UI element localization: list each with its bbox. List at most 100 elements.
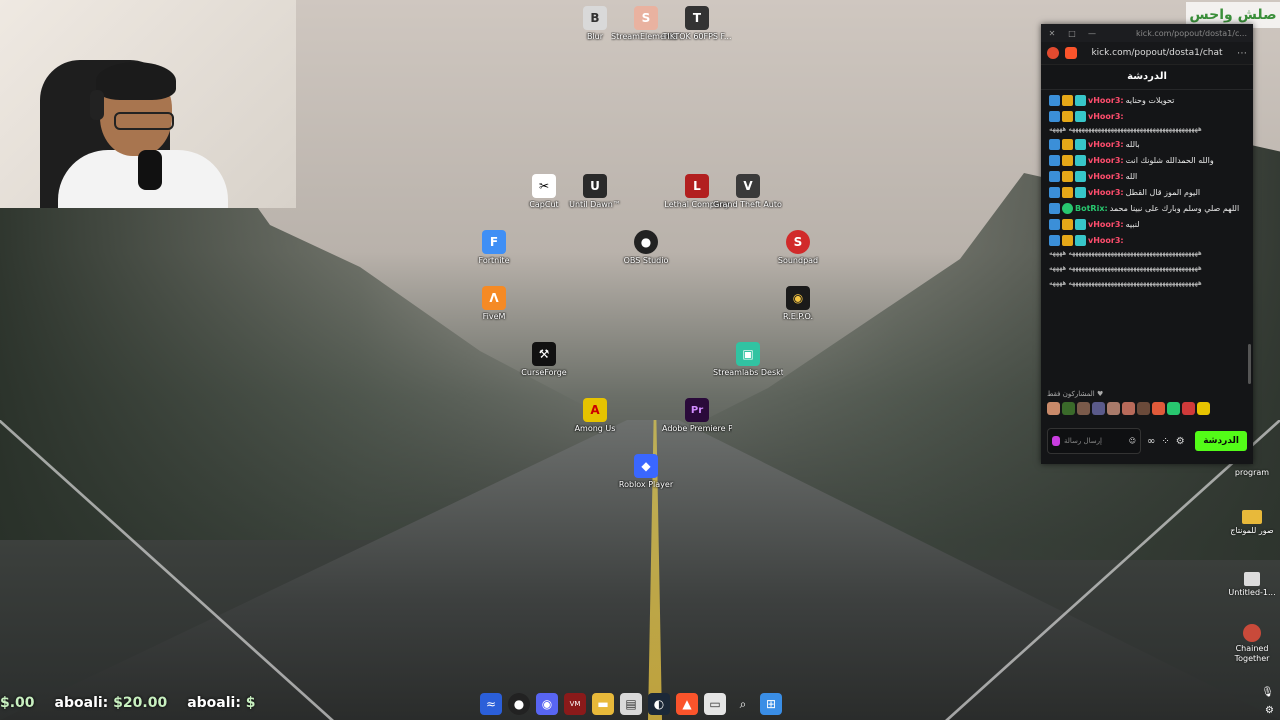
desktop-icon-repo[interactable]: ◉ R.E.P.O. bbox=[763, 286, 833, 322]
voicemeeter-icon[interactable]: VM bbox=[564, 693, 586, 715]
avatar[interactable] bbox=[1152, 402, 1165, 415]
address-bar[interactable]: kick.com/popout/dosta1/chat ⋯ bbox=[1041, 42, 1253, 65]
close-icon[interactable]: ✕ bbox=[1047, 29, 1057, 38]
capcut-icon: ✂ bbox=[532, 174, 556, 198]
lethal-company-icon: L bbox=[685, 174, 709, 198]
tiktok-icon: T bbox=[685, 6, 709, 30]
ticker-item: $.00 bbox=[0, 695, 35, 711]
desktop-icon-gta[interactable]: V Grand Theft Auto V En... bbox=[713, 174, 783, 210]
webcam-overlay bbox=[0, 0, 296, 208]
dots-icon[interactable]: ⁘ bbox=[1161, 436, 1169, 447]
steam-icon[interactable]: ◐ bbox=[648, 693, 670, 715]
avatar[interactable] bbox=[1122, 402, 1135, 415]
app-icon[interactable]: ≈ bbox=[480, 693, 502, 715]
chat-username[interactable]: vHoor3: bbox=[1088, 96, 1124, 106]
discord-icon[interactable]: ◉ bbox=[536, 693, 558, 715]
chained-together-icon bbox=[1243, 624, 1261, 642]
chat-message: vHoor3: هههههههههههههههههههههههههههههههه… bbox=[1049, 235, 1245, 258]
avatar[interactable] bbox=[1047, 402, 1060, 415]
avatar[interactable] bbox=[1197, 402, 1210, 415]
avatar[interactable] bbox=[1167, 402, 1180, 415]
address-url[interactable]: kick.com/popout/dosta1/chat bbox=[1083, 48, 1231, 58]
chat-input-placeholder: إرسال رسالة bbox=[1064, 437, 1102, 445]
chat-username[interactable]: vHoor3: bbox=[1088, 220, 1124, 230]
chat-text: بالله bbox=[1125, 139, 1140, 149]
ticker-amount: $.00 bbox=[0, 695, 35, 711]
roblox-icon: ◆ bbox=[634, 454, 658, 478]
desktop-icon-untitled[interactable]: Untitled-1... bbox=[1228, 572, 1276, 598]
gear-icon[interactable]: ⚙ bbox=[1176, 436, 1185, 447]
streamlabs-icon: ▣ bbox=[736, 342, 760, 366]
microphone-tray-icon[interactable]: 🎙 bbox=[1261, 687, 1274, 698]
chat-titlebar: ✕ □ — kick.com/popout/dosta1/c... bbox=[1041, 24, 1253, 42]
desktop-icon-streamlabs[interactable]: ▣ Streamlabs Desktop bbox=[713, 342, 783, 378]
start-icon[interactable]: ⊞ bbox=[760, 693, 782, 715]
chat-message: vHoor3: لنبيه bbox=[1049, 219, 1245, 230]
chat-username[interactable]: BotRix: bbox=[1075, 204, 1108, 214]
site-settings-icon[interactable]: ⋯ bbox=[1237, 48, 1247, 59]
chat-text: اللهم صلي وسلم وبارك على نبينا محمد bbox=[1109, 203, 1240, 213]
desktop-icon-chained-together[interactable]: Chained Together bbox=[1228, 624, 1276, 664]
kick-chat-popout[interactable]: ✕ □ — kick.com/popout/dosta1/c... kick.c… bbox=[1041, 24, 1253, 464]
avatar[interactable] bbox=[1092, 402, 1105, 415]
obs-taskbar-icon[interactable]: ● bbox=[508, 693, 530, 715]
premiere-icon: Pr bbox=[685, 398, 709, 422]
window-icon[interactable]: ▭ bbox=[704, 693, 726, 715]
desktop-icon-montage-folder[interactable]: صور للمونتاج bbox=[1228, 510, 1276, 536]
minimize-icon[interactable]: — bbox=[1087, 29, 1097, 38]
store-icon[interactable]: ▤ bbox=[620, 693, 642, 715]
send-chat-button[interactable]: الدردشة bbox=[1195, 431, 1247, 451]
desktop-icon-fivem[interactable]: Λ FiveM bbox=[459, 286, 529, 322]
obs-icon: ● bbox=[634, 230, 658, 254]
glasses bbox=[114, 112, 174, 130]
subs-title: المشاركون فقط ♥ bbox=[1047, 390, 1104, 398]
folder-icon bbox=[1242, 510, 1262, 524]
avatar[interactable] bbox=[1137, 402, 1150, 415]
badge-icon bbox=[1049, 111, 1060, 122]
chat-text: هههههههههههههههههههههههههههههههههههههههه… bbox=[1049, 279, 1203, 287]
chat-input[interactable]: إرسال رسالة ☺ bbox=[1047, 428, 1141, 454]
chat-username[interactable]: vHoor3: bbox=[1088, 236, 1124, 246]
desktop-icon-roblox[interactable]: ◆ Roblox Player bbox=[611, 454, 681, 490]
desktop-icon-until-dawn[interactable]: U Until Dawn™ bbox=[560, 174, 630, 210]
settings-tray-icon[interactable]: ⚙ bbox=[1265, 705, 1274, 716]
chat-username[interactable]: vHoor3: bbox=[1088, 140, 1124, 150]
chat-message: vHoor3: بالله bbox=[1049, 139, 1245, 150]
streamer-hair bbox=[96, 62, 176, 100]
chat-message-continued: هههههههههههههههههههههههههههههههههههههههه… bbox=[1049, 263, 1245, 273]
chat-message-list[interactable]: vHoor3: تحويلات وحنايه vHoor3: ههههههههه… bbox=[1041, 90, 1253, 390]
avatar[interactable] bbox=[1062, 402, 1075, 415]
infinity-icon[interactable]: ∞ bbox=[1147, 436, 1155, 447]
fortnite-icon: F bbox=[482, 230, 506, 254]
window-title-url: kick.com/popout/dosta1/c... bbox=[1135, 28, 1247, 38]
file-explorer-icon[interactable]: ▬ bbox=[592, 693, 614, 715]
avatar[interactable] bbox=[1077, 402, 1090, 415]
brave-shield-icon[interactable] bbox=[1065, 47, 1077, 59]
chat-username[interactable]: vHoor3: bbox=[1088, 112, 1124, 122]
desktop-icon-obs[interactable]: ● OBS Studio bbox=[611, 230, 681, 266]
subscriber-icon bbox=[1075, 187, 1086, 198]
desktop-icon-tiktok[interactable]: T TIKTOK 60FPS F... bbox=[662, 6, 732, 42]
desktop-icon-curseforge[interactable]: ⚒ CurseForge bbox=[509, 342, 579, 378]
chat-username[interactable]: vHoor3: bbox=[1088, 172, 1124, 182]
avatar[interactable] bbox=[1182, 402, 1195, 415]
brave-icon[interactable]: ▲ bbox=[676, 693, 698, 715]
ticker-item: aboali: $ bbox=[187, 695, 255, 711]
desktop-icon-program[interactable]: program bbox=[1228, 468, 1276, 478]
desktop-icon-among-us[interactable]: A Among Us bbox=[560, 398, 630, 434]
desktop-icon-premiere[interactable]: Pr Adobe Premiere P... bbox=[662, 398, 732, 434]
microphone-icon[interactable] bbox=[1052, 436, 1060, 446]
desktop-icon-soundpad[interactable]: S Soundpad bbox=[763, 230, 833, 266]
chat-scrollbar[interactable] bbox=[1248, 344, 1251, 384]
maximize-icon[interactable]: □ bbox=[1067, 29, 1077, 38]
emoji-icon[interactable]: ☺ bbox=[1129, 437, 1136, 445]
search-icon[interactable]: ⌕ bbox=[732, 693, 754, 715]
subscriber-icon bbox=[1075, 111, 1086, 122]
chat-username[interactable]: vHoor3: bbox=[1088, 156, 1124, 166]
record-icon[interactable] bbox=[1047, 47, 1059, 59]
desktop-icon-fortnite[interactable]: F Fortnite bbox=[459, 230, 529, 266]
among-us-icon: A bbox=[583, 398, 607, 422]
chat-username[interactable]: vHoor3: bbox=[1088, 188, 1124, 198]
avatar[interactable] bbox=[1107, 402, 1120, 415]
streamelements-icon: S bbox=[634, 6, 658, 30]
